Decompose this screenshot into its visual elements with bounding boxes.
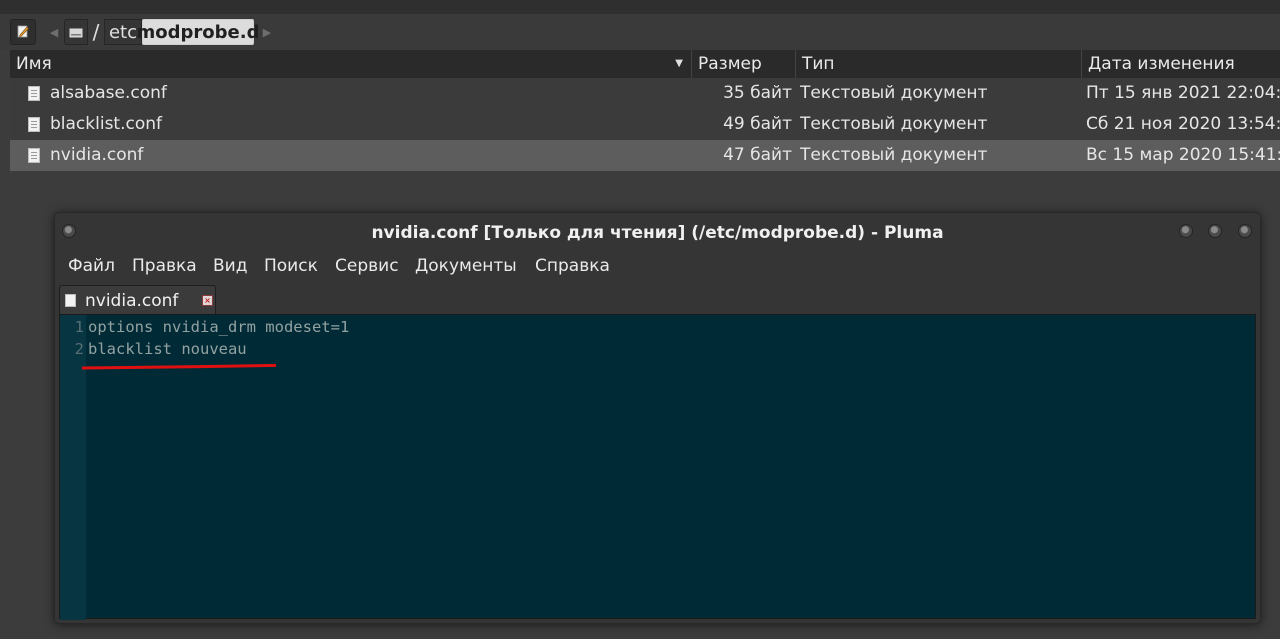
- column-header-name[interactable]: Имя ▼: [10, 50, 692, 78]
- column-header-type[interactable]: Тип: [796, 50, 1082, 78]
- path-scroll-right-button[interactable]: ▶: [258, 20, 276, 44]
- chevron-right-icon: ▶: [262, 25, 272, 39]
- menu-help[interactable]: Справка: [535, 251, 610, 281]
- close-icon[interactable]: ×: [202, 295, 213, 306]
- menu-bar: Файл Правка Вид Поиск Сервис Документы С…: [55, 251, 1260, 281]
- menu-file[interactable]: Файл: [68, 251, 115, 281]
- text-file-icon: [65, 294, 76, 307]
- file-list: alsabase.conf 35 байт Текстовый документ…: [10, 78, 1280, 171]
- text-file-icon: [28, 117, 40, 132]
- drive-icon: [69, 22, 83, 43]
- text-file-icon: [28, 148, 40, 163]
- line-number-gutter: 1 2: [60, 315, 86, 620]
- code-line: options nvidia_drm modeset=1: [88, 318, 350, 336]
- tab-label: nvidia.conf: [85, 291, 179, 311]
- menu-edit[interactable]: Правка: [132, 251, 197, 281]
- document-tab[interactable]: nvidia.conf ×: [59, 285, 216, 315]
- close-window-button[interactable]: [1238, 224, 1252, 238]
- code-line: blacklist nouveau: [88, 340, 247, 358]
- table-row[interactable]: alsabase.conf 35 байт Текстовый документ…: [10, 78, 1280, 109]
- breadcrumb-modprobe[interactable]: modprobe.d: [137, 19, 259, 45]
- table-row-selected[interactable]: nvidia.conf 47 байт Текстовый документ В…: [10, 140, 1280, 171]
- line-number: 2: [74, 340, 84, 358]
- menu-tools[interactable]: Сервис: [335, 251, 399, 281]
- edit-location-button[interactable]: [10, 19, 36, 45]
- path-bar: ◀ / etc modprobe.d ▶: [0, 14, 1280, 50]
- line-number: 1: [74, 318, 84, 336]
- column-header-date[interactable]: Дата изменения: [1082, 50, 1280, 78]
- window-top-strip: [0, 0, 1280, 14]
- text-file-icon: [28, 86, 40, 101]
- menu-view[interactable]: Вид: [213, 251, 247, 281]
- menu-documents[interactable]: Документы: [415, 251, 517, 281]
- window-title: nvidia.conf [Только для чтения] (/etc/mo…: [371, 223, 944, 243]
- sort-descending-icon: ▼: [675, 58, 683, 69]
- window-titlebar[interactable]: nvidia.conf [Только для чтения] (/etc/mo…: [55, 213, 1260, 251]
- edit-icon: [16, 23, 30, 42]
- text-editor-area[interactable]: 1 2 options nvidia_drm modeset=1 blackli…: [59, 314, 1256, 620]
- breadcrumb-root[interactable]: [64, 19, 88, 45]
- file-list-header: Имя ▼ Размер Тип Дата изменения: [10, 50, 1280, 78]
- maximize-button[interactable]: [1208, 224, 1222, 238]
- red-underline-annotation: [82, 364, 276, 370]
- menu-search[interactable]: Поиск: [264, 251, 318, 281]
- path-scroll-left-button[interactable]: ◀: [44, 20, 64, 44]
- minimize-button[interactable]: [1179, 224, 1193, 238]
- breadcrumb-separator: /: [92, 20, 100, 44]
- pluma-editor-window: nvidia.conf [Только для чтения] (/etc/mo…: [54, 212, 1261, 624]
- column-header-size[interactable]: Размер: [692, 50, 796, 78]
- chevron-left-icon: ◀: [49, 25, 59, 39]
- table-row[interactable]: blacklist.conf 49 байт Текстовый докумен…: [10, 109, 1280, 140]
